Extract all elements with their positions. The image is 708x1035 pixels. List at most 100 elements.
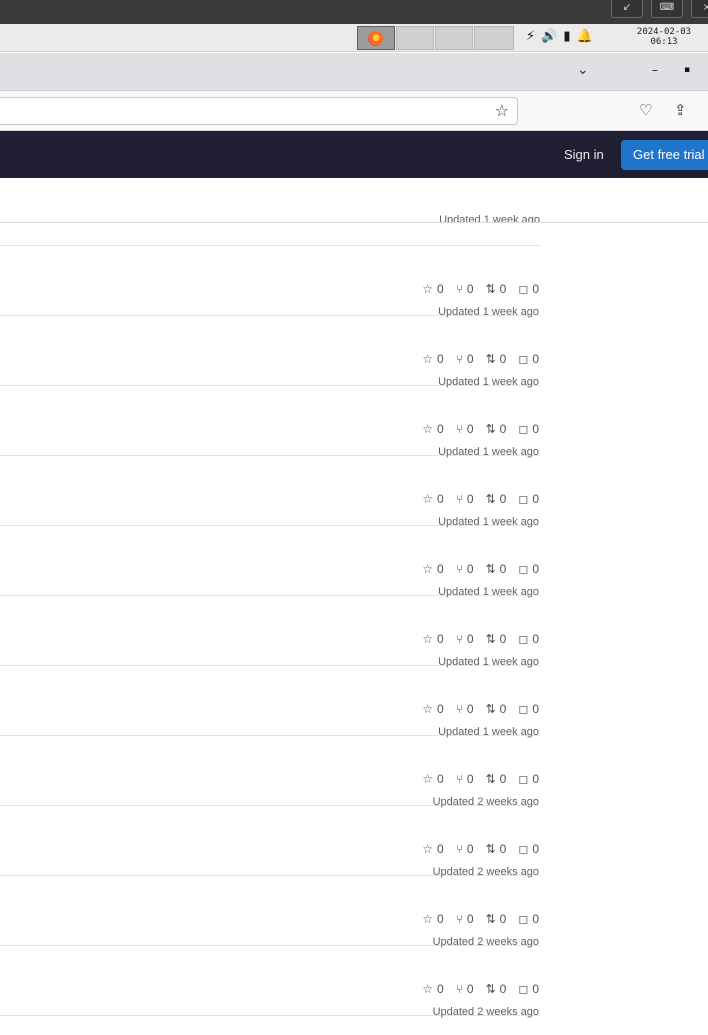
forks-count[interactable]: ⑂ 0 [456,562,474,576]
project-row[interactable]: ☆ 0 ⑂ 0 ⇅ 0 ◻ 0 Updated 1 week ago [0,596,540,668]
merge-requests-count[interactable]: ⇅ 0 [486,562,507,576]
stars-count[interactable]: ☆ 0 [422,352,443,366]
pocket-icon[interactable]: ♡ [639,101,652,119]
project-row[interactable]: ☆0⑂0⇅0◻0 [0,1016,540,1035]
merge-requests-count[interactable]: ⇅ 0 [486,632,507,646]
close-icon[interactable]: × [691,0,708,18]
merge-requests-count[interactable]: ⇅ 0 [486,352,507,366]
merge-requests-count-value: 0 [499,632,507,646]
minimize-button[interactable]: – [652,63,658,77]
taskbar-item-firefox[interactable] [357,26,395,50]
issues-count[interactable]: ◻ 0 [518,352,539,366]
stars-count[interactable]: ☆ 0 [422,702,443,716]
taskbar: ⚡🔊▮🔔 2024-02-03 06:13 [0,24,708,52]
forks-count[interactable]: ⑂ 0 [456,772,474,786]
project-stats: ☆ 0 ⑂ 0 ⇅ 0 ◻ 0 [422,772,539,786]
issues-count[interactable]: ◻ 0 [518,702,539,716]
chevron-down-icon[interactable]: ⌄ [577,62,589,78]
taskbar-item[interactable] [435,26,473,50]
merge-requests-count-value: 0 [499,492,507,506]
project-row[interactable]: ☆ 0 ⑂ 0 ⇅ 0 ◻ 0 Updated 2 weeks ago [0,946,540,1018]
taskbar-item[interactable] [474,26,514,50]
merge-requests-count[interactable]: ⇅ 0 [486,702,507,716]
forks-count[interactable]: ⑂ 0 [456,632,474,646]
forks-count-value: 0 [466,352,474,366]
stars-count[interactable]: ☆ 0 [422,282,443,296]
bookmark-star-icon[interactable]: ☆ [495,101,509,120]
issues-count[interactable]: ◻ 0 [518,632,539,646]
issues-count[interactable]: ◻ 0 [518,282,539,296]
project-row[interactable]: ☆ 0 ⑂ 0 ⇅ 0 ◻ 0 Updated 2 weeks ago [0,736,540,808]
merge-requests-count[interactable]: ⇅ 0 [486,422,507,436]
forks-count[interactable]: ⑂ 0 [456,982,474,996]
browser-nav-bar: ☆ ♡ ⇪ [0,91,708,131]
project-row[interactable]: ☆ 0 ⑂ 0 ⇅ 0 ◻ 0 Updated 1 week ago [0,456,540,528]
forks-count[interactable]: ⑂ 0 [456,422,474,436]
merge-requests-count[interactable]: ⇅ 0 [486,982,507,996]
forks-count[interactable]: ⑂ 0 [456,842,474,856]
project-row[interactable]: ☆⑂⇅◻ [0,224,540,246]
stars-count-value: 0 [437,842,444,856]
project-row[interactable]: ☆ 0 ⑂ 0 ⇅ 0 ◻ 0 Updated 1 week ago [0,386,540,458]
fork-icon: ⑂ [455,352,463,366]
system-tray: ⚡🔊▮🔔 [526,29,599,44]
taskbar-item[interactable] [396,26,434,50]
stars-count[interactable]: ☆ 0 [422,422,443,436]
issues-count[interactable]: ◻ 0 [518,492,539,506]
merge-requests-count[interactable]: ⇅ 0 [486,912,507,926]
merge-requests-count[interactable]: ⇅ 0 [486,842,507,856]
project-row[interactable]: ☆ 0 ⑂ 0 ⇅ 0 ◻ 0 Updated 1 week ago [0,246,540,318]
stars-count[interactable]: ☆ 0 [422,772,443,786]
merge-requests-count[interactable]: ⇅ 0 [486,772,507,786]
merge-requests-count-value: 0 [499,352,507,366]
network-icon[interactable]: ⚡ [526,29,541,44]
notification-bell-icon[interactable]: 🔔 [576,29,598,44]
star-icon: ☆ [422,982,434,996]
issues-count[interactable]: ◻ 0 [518,842,539,856]
merge-requests-count[interactable]: ⇅ 0 [486,492,507,506]
sign-in-link[interactable]: Sign in [564,147,604,162]
forks-count[interactable]: ⑂ 0 [456,282,474,296]
forks-count[interactable]: ⑂ 0 [456,912,474,926]
updated-text: Updated 1 week ago [439,214,540,223]
fork-icon: ⑂ [455,912,463,926]
browser-tab-strip: ⌄ – ▪ [0,53,708,91]
project-row[interactable]: ☆ 0 ⑂ 0 ⇅ 0 ◻ 0 Updated 2 weeks ago [0,806,540,878]
url-bar[interactable]: ☆ [0,97,518,125]
get-free-trial-button[interactable]: Get free trial [621,140,708,170]
issues-count[interactable]: ◻ 0 [518,562,539,576]
stars-count-value: 0 [437,562,444,576]
issues-count[interactable]: ◻ 0 [518,772,539,786]
forks-count-value: 0 [466,982,474,996]
issues-count-value: 0 [532,772,539,786]
stars-count[interactable]: ☆ 0 [422,562,443,576]
merge-request-icon: ⇅ [485,422,496,436]
forks-count-value: 0 [466,772,474,786]
extensions-icon[interactable]: ⇪ [674,101,687,119]
star-icon: ☆ [422,492,434,506]
issues-count[interactable]: ◻ 0 [518,982,539,996]
project-row[interactable]: ☆ 0 ⑂ 0 ⇅ 0 ◻ 0 Updated 1 week ago [0,526,540,598]
stars-count[interactable]: ☆ 0 [422,492,443,506]
forks-count[interactable]: ⑂ 0 [456,492,474,506]
maximize-button[interactable]: ▪ [684,65,690,75]
project-row[interactable]: ☆ 0 ⑂ 0 ⇅ 0 ◻ 0 Updated 2 weeks ago [0,876,540,948]
clock[interactable]: 2024-02-03 06:13 [633,27,695,47]
stars-count[interactable]: ☆ 0 [422,982,443,996]
keyboard-icon[interactable]: ⌨ [651,0,683,18]
issues-count[interactable]: ◻ 0 [518,422,539,436]
volume-icon[interactable]: 🔊 [541,29,563,44]
site-header: Sign in Get free trial [0,131,708,178]
project-row[interactable]: ☆ 0 ⑂ 0 ⇅ 0 ◻ 0 Updated 1 week ago [0,316,540,388]
stars-count[interactable]: ☆ 0 [422,632,443,646]
stars-count[interactable]: ☆ 0 [422,842,443,856]
issues-count[interactable]: ◻ 0 [518,912,539,926]
merge-requests-count[interactable]: ⇅ 0 [486,282,507,296]
restore-icon[interactable]: ↙ [611,0,643,18]
forks-count[interactable]: ⑂ 0 [456,702,474,716]
project-row[interactable]: ☆ 0 ⑂ 0 ⇅ 0 ◻ 0 Updated 1 week ago [0,666,540,738]
battery-icon[interactable]: ▮ [563,29,576,44]
issues-icon: ◻ [518,982,529,996]
forks-count[interactable]: ⑂ 0 [456,352,474,366]
stars-count[interactable]: ☆ 0 [422,912,443,926]
